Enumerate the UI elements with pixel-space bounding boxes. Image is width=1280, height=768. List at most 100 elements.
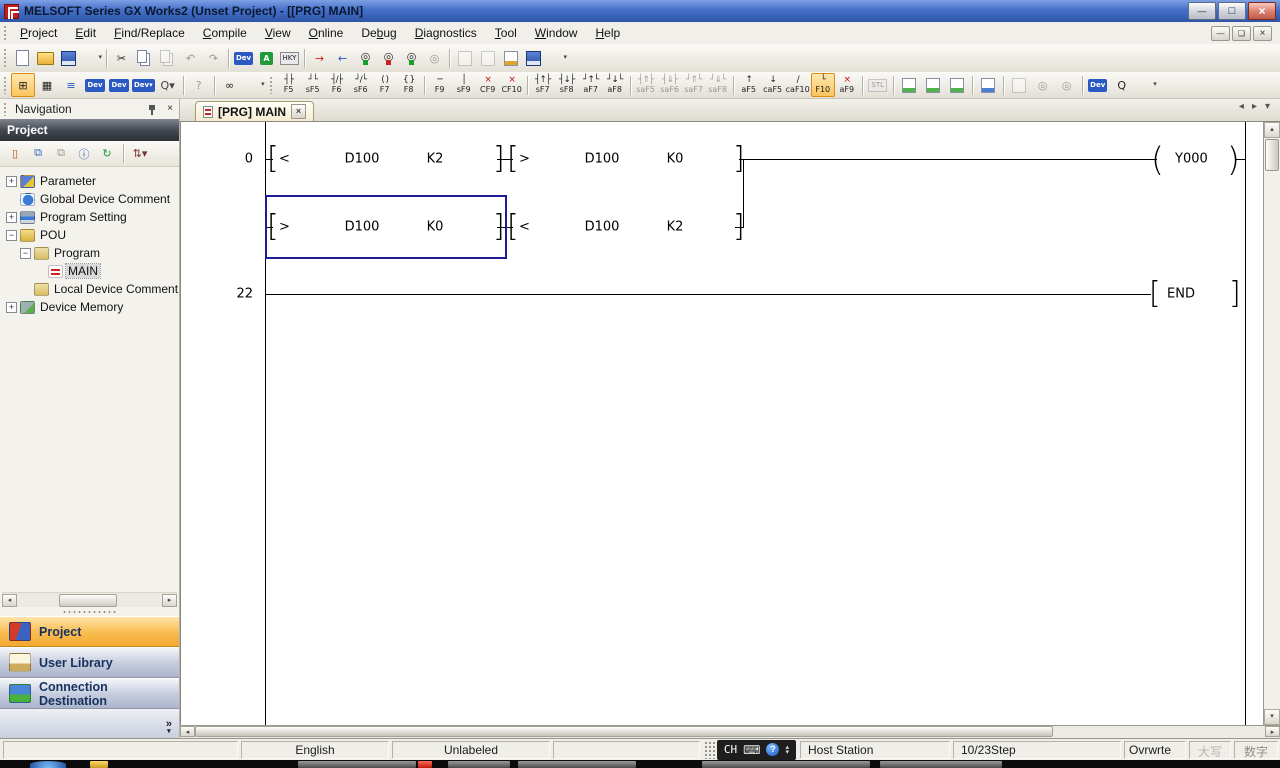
toolbar-overflow-icon[interactable] [545, 47, 568, 69]
delete-horizontal-line-button[interactable]: ×CF9 [476, 73, 500, 97]
nav-copy-icon[interactable]: ⧉ [28, 144, 48, 164]
nav-button-project[interactable]: Project [0, 616, 179, 647]
invert-operation-down-button[interactable]: ↓caF5 [761, 73, 785, 97]
scroll-up-icon[interactable] [1264, 122, 1280, 138]
read-from-plc-icon[interactable]: ← [331, 47, 354, 69]
device-display-toggle-icon[interactable]: Dev▾ [131, 73, 156, 97]
rising-pulse-button[interactable]: ┤↑├sF7 [531, 73, 555, 97]
tab-list-icon[interactable] [1265, 101, 1270, 112]
remote-operation-icon[interactable] [476, 47, 499, 69]
menu-compile[interactable]: Compile [194, 23, 256, 43]
nav-paste-icon[interactable]: ⧉ [51, 144, 71, 164]
cut-icon[interactable]: ✂ [110, 47, 133, 69]
device-list-icon[interactable]: Dev [107, 73, 131, 97]
tree-item-main[interactable]: MAIN [2, 262, 179, 280]
compare-operand[interactable]: K2 [667, 220, 684, 235]
tree-item-global-device-comment[interactable]: Global Device Comment [2, 190, 179, 208]
pin-icon[interactable] [145, 103, 159, 116]
device-find-icon[interactable]: Q▾ [156, 73, 180, 97]
rising-pulse-close-button[interactable]: ┤⇑├saF5 [634, 73, 658, 97]
tree-item-pou[interactable]: −POU [2, 226, 179, 244]
ime-help-icon[interactable] [766, 743, 779, 756]
statement-list-icon[interactable] [1007, 73, 1031, 97]
tab-scroll-left-icon[interactable] [1239, 101, 1244, 112]
device-monitor-icon[interactable]: A [255, 47, 278, 69]
mdi-restore-button[interactable] [1232, 26, 1251, 41]
horizontal-line-button[interactable]: ─F9 [428, 73, 452, 97]
copy-icon[interactable] [133, 47, 156, 69]
zoom-icon[interactable]: Q [1110, 73, 1134, 97]
scroll-thumb[interactable] [59, 594, 117, 607]
taskbar-button[interactable] [880, 761, 1002, 768]
function-block-icon[interactable]: ▦ [35, 73, 59, 97]
tree-item-program[interactable]: −Program [2, 244, 179, 262]
menu-diagnostics[interactable]: Diagnostics [406, 23, 486, 43]
edit-device-comment-icon[interactable] [897, 73, 921, 97]
vertical-scrollbar[interactable] [1263, 122, 1280, 725]
toolbar-overflow-icon[interactable] [80, 47, 103, 69]
expand-icon[interactable]: + [6, 302, 17, 313]
menu-view[interactable]: View [256, 23, 300, 43]
compare-operand[interactable]: K2 [427, 152, 444, 167]
scroll-left-icon[interactable]: ◂ [2, 594, 17, 607]
operation-result-invert-button[interactable]: /caF10 [785, 73, 811, 97]
scroll-left-icon[interactable]: ◂ [180, 726, 195, 737]
device-comment-find-icon[interactable]: Dev [83, 73, 107, 97]
menu-help[interactable]: Help [586, 23, 629, 43]
compare-operand[interactable]: K0 [667, 152, 684, 167]
cross-reference-icon[interactable]: ◎ [1055, 73, 1079, 97]
nav-horizontal-scrollbar[interactable]: ◂ ▸ [2, 592, 177, 607]
coil-device[interactable]: Y000 [1175, 152, 1208, 167]
falling-pulse-button[interactable]: ┤↓├sF8 [555, 73, 579, 97]
nav-button-user-library[interactable]: User Library [0, 647, 179, 678]
tab-prg-main[interactable]: [PRG] MAIN [195, 101, 314, 121]
ime-language-label[interactable]: CH [724, 743, 737, 756]
application-instruction-button[interactable]: { }F8 [397, 73, 421, 97]
taskbar-button[interactable] [702, 761, 870, 768]
rising-pulse-branch-button[interactable]: ┘↑└aF7 [579, 73, 603, 97]
scroll-down-icon[interactable] [1264, 709, 1280, 725]
maximize-button[interactable] [1218, 2, 1246, 20]
edit-note-icon[interactable] [945, 73, 969, 97]
close-button[interactable] [1248, 2, 1276, 20]
taskbar-button[interactable] [518, 761, 636, 768]
tab-scroll-right-icon[interactable] [1252, 101, 1257, 112]
keyboard-icon[interactable] [743, 743, 760, 757]
toolbar-overflow-icon[interactable] [1134, 73, 1158, 97]
nav-property-icon[interactable]: ⓘ [74, 144, 94, 164]
closed-branch-button[interactable]: ┘/└sF6 [349, 73, 373, 97]
compare-operand[interactable]: D100 [585, 152, 620, 167]
taskbar-button[interactable] [298, 761, 416, 768]
falling-pulse-close-branch-button[interactable]: ┘⇓└saF8 [706, 73, 730, 97]
find-icon[interactable]: ∞ [218, 73, 242, 97]
open-branch-button[interactable]: ┘└sF5 [301, 73, 325, 97]
monitor-mode-icon[interactable]: ◎ [423, 47, 446, 69]
start-button[interactable] [30, 761, 66, 768]
delete-vertical-line-button[interactable]: ×CF10 [500, 73, 524, 97]
rising-pulse-close-branch-button[interactable]: ┘⇑└saF7 [682, 73, 706, 97]
editor-horizontal-scrollbar[interactable]: ◂ ▸ [180, 725, 1280, 738]
menu-find-replace[interactable]: Find/Replace [105, 23, 194, 43]
compare-operand[interactable]: D100 [585, 220, 620, 235]
menu-window[interactable]: Window [526, 23, 587, 43]
coil-button[interactable]: ( )F7 [373, 73, 397, 97]
tree-item-local-device-comment[interactable]: Local Device Comment [2, 280, 179, 298]
nav-new-icon[interactable]: ▯ [5, 144, 25, 164]
splitter-handle[interactable] [0, 607, 179, 616]
start-simulation-icon[interactable] [499, 47, 522, 69]
scroll-thumb[interactable] [1265, 139, 1279, 171]
menu-online[interactable]: Online [300, 23, 353, 43]
menu-tool[interactable]: Tool [486, 23, 526, 43]
scroll-thumb[interactable] [195, 726, 1053, 737]
open-contact-button[interactable]: ┤├F5 [277, 73, 301, 97]
compare-operand[interactable]: D100 [345, 152, 380, 167]
delete-line-button[interactable]: ×aF9 [835, 73, 859, 97]
menu-edit[interactable]: Edit [66, 23, 105, 43]
menu-project[interactable]: Project [11, 23, 66, 43]
taskbar-app-icon[interactable] [418, 761, 432, 768]
nav-refresh-icon[interactable]: ↻ [97, 144, 117, 164]
tab-close-icon[interactable] [291, 104, 306, 119]
ime-options-icon[interactable] [785, 745, 789, 755]
monitor-start-icon[interactable]: ◎ [354, 47, 377, 69]
vertical-line-button[interactable]: │sF9 [452, 73, 476, 97]
